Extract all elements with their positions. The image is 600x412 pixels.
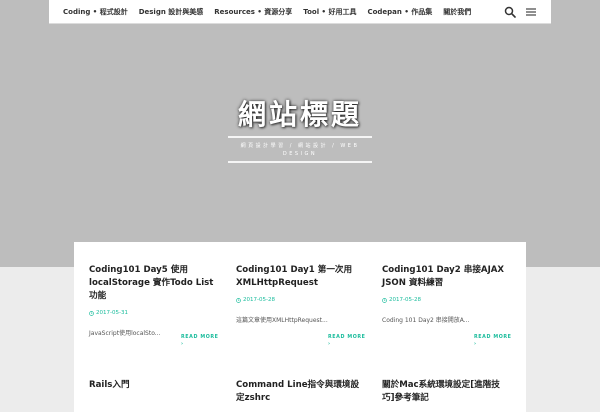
nav-item-tool[interactable]: Tool • 好用工具 <box>303 7 356 17</box>
read-more-link[interactable]: READ MORE › <box>328 335 366 347</box>
site-title[interactable]: 網站標題 <box>228 97 372 133</box>
post-card: 關於Mac系統環境設定[進階技巧]參考筆記 <box>382 379 510 405</box>
post-title[interactable]: Command Line指令與環境設定zshrc <box>236 379 364 405</box>
read-more-label: READ MORE <box>328 335 366 340</box>
menu-icon[interactable] <box>525 6 537 18</box>
clock-icon <box>236 297 241 303</box>
nav-item-resources[interactable]: Resources • 資源分享 <box>214 7 292 17</box>
post-card: Rails入門 <box>89 379 217 392</box>
search-icon[interactable] <box>504 6 516 18</box>
post-card: Coding101 Day1 第一次用XMLHttpRequest 2017-0… <box>236 264 364 325</box>
nav-item-coding[interactable]: Coding • 程式設計 <box>63 7 128 17</box>
read-more-label: READ MORE <box>181 335 219 340</box>
nav-menu: Coding • 程式設計 Design 設計與美感 Resources • 資… <box>63 0 471 23</box>
post-title[interactable]: Rails入門 <box>89 379 217 392</box>
post-excerpt: 這篇文章使用XMLHttpRequest... <box>236 317 328 324</box>
arrow-icon: › <box>181 341 184 347</box>
post-title[interactable]: 關於Mac系統環境設定[進階技巧]參考筆記 <box>382 379 510 405</box>
post-card: Coding101 Day2 串接AJAX JSON 資料練習 2017-05-… <box>382 264 510 325</box>
post-grid: Coding101 Day5 使用localStorage 實作Todo Lis… <box>74 242 526 412</box>
nav-item-design[interactable]: Design 設計與美感 <box>139 7 204 17</box>
read-more-link[interactable]: READ MORE › <box>181 335 219 347</box>
post-date-text: 2017-05-28 <box>243 297 275 303</box>
read-more-link[interactable]: READ MORE › <box>474 335 512 347</box>
post-card: Coding101 Day5 使用localStorage 實作Todo Lis… <box>89 264 217 338</box>
nav-icons <box>504 0 537 23</box>
nav-item-about[interactable]: 關於我們 <box>443 7 471 17</box>
read-more-label: READ MORE <box>474 335 512 340</box>
site-subtitle: 網頁設計學習 / 網站設計 / WEB DESIGN <box>240 143 360 157</box>
hero-banner: Coding • 程式設計 Design 設計與美感 Resources • 資… <box>0 0 600 267</box>
top-nav: Coding • 程式設計 Design 設計與美感 Resources • 資… <box>49 0 551 24</box>
post-date-text: 2017-05-31 <box>96 310 128 316</box>
post-date-text: 2017-05-28 <box>389 297 421 303</box>
nav-item-codepan[interactable]: Codepan • 作品集 <box>367 7 432 17</box>
arrow-icon: › <box>474 341 477 347</box>
post-title[interactable]: Coding101 Day2 串接AJAX JSON 資料練習 <box>382 264 510 290</box>
title-divider-bottom <box>228 161 372 163</box>
arrow-icon: › <box>328 341 331 347</box>
post-excerpt: Coding 101 Day2 串接開放A... <box>382 317 470 324</box>
clock-icon <box>382 297 387 303</box>
post-title[interactable]: Coding101 Day5 使用localStorage 實作Todo Lis… <box>89 264 217 303</box>
post-card: Command Line指令與環境設定zshrc <box>236 379 364 405</box>
hero-title-block: 網站標題 網頁設計學習 / 網站設計 / WEB DESIGN <box>228 97 372 163</box>
post-date: 2017-05-28 <box>382 296 510 304</box>
post-title[interactable]: Coding101 Day1 第一次用XMLHttpRequest <box>236 264 364 290</box>
post-date: 2017-05-28 <box>236 296 364 304</box>
clock-icon <box>89 310 94 316</box>
post-date: 2017-05-31 <box>89 309 217 317</box>
